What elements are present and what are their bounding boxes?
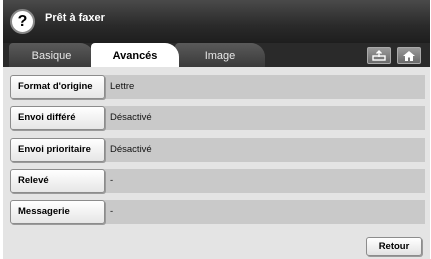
help-button[interactable]: ?: [10, 9, 35, 34]
tab-bar: Basique Image Avancés: [3, 43, 430, 67]
home-icon: [403, 51, 415, 61]
messagerie-button[interactable]: Messagerie: [10, 200, 105, 224]
envoi-differe-value: Désactivé: [110, 112, 152, 123]
envoi-prioritaire-button[interactable]: Envoi prioritaire: [10, 138, 105, 162]
header-bar: ? Prêt à faxer: [3, 0, 430, 43]
option-value-strip: [101, 169, 425, 193]
releve-value: -: [110, 175, 114, 186]
releve-button[interactable]: Relevé: [10, 169, 105, 193]
tab-image[interactable]: Image: [175, 43, 265, 67]
format-origine-button[interactable]: Format d'origine: [10, 75, 105, 99]
option-value-strip: [101, 75, 425, 99]
envoi-prioritaire-value: Désactivé: [110, 144, 152, 155]
fax-screen: ? Prêt à faxer Basique Image Avancés For…: [3, 0, 430, 259]
option-value-strip: [101, 200, 425, 224]
envoi-differe-button[interactable]: Envoi différé: [10, 106, 105, 130]
format-origine-value: Lettre: [110, 81, 135, 92]
messagerie-value: -: [110, 206, 114, 217]
options-panel: Format d'origine Lettre Envoi différé Dé…: [3, 67, 430, 259]
tray-arrow-icon: [372, 50, 386, 61]
page-title: Prêt à faxer: [45, 12, 105, 24]
tab-basique[interactable]: Basique: [9, 43, 94, 67]
send-button[interactable]: [367, 47, 391, 64]
tab-avances[interactable]: Avancés: [91, 43, 179, 67]
help-icon: ?: [17, 12, 28, 30]
back-button[interactable]: Retour: [366, 237, 422, 256]
home-button[interactable]: [397, 47, 421, 64]
